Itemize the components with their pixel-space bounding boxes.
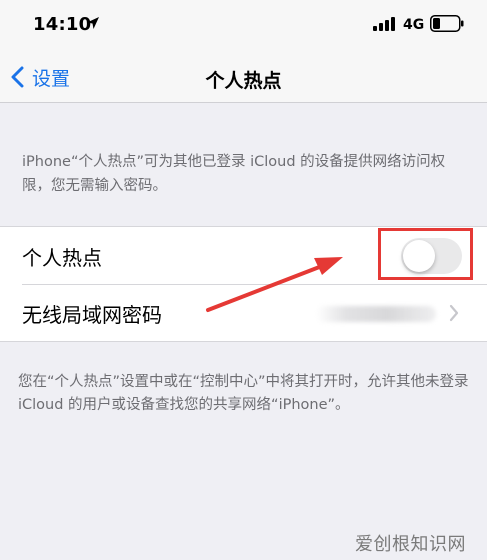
chevron-right-icon <box>449 304 459 322</box>
page-title: 个人热点 <box>205 70 282 92</box>
location-arrow-icon <box>87 17 99 29</box>
wifi-password-label: 无线局域网密码 <box>22 303 162 327</box>
personal-hotspot-label: 个人热点 <box>22 246 102 270</box>
signal-strength-icon <box>373 17 395 31</box>
toggle-highlight-box <box>378 228 473 280</box>
wifi-password-row[interactable]: 无线局域网密码 <box>0 284 487 341</box>
status-time: 14:10 <box>33 14 92 35</box>
hotspot-description: iPhone“个人热点”可为其他已登录 iCloud 的设备提供网络访问权限，您… <box>22 154 446 194</box>
navigation-bar: 设置 个人热点 <box>0 52 487 103</box>
status-bar: 14:10 4G <box>0 0 487 52</box>
watermark: 爱创根知识网 <box>355 534 466 555</box>
hotspot-footer-description: 您在“个人热点”设置中或在“控制中心”中将其打开时，允许其他未登录 iCloud… <box>18 374 469 413</box>
network-type: 4G <box>403 17 425 33</box>
wifi-password-value-blurred <box>316 306 436 322</box>
battery-icon <box>430 15 464 32</box>
